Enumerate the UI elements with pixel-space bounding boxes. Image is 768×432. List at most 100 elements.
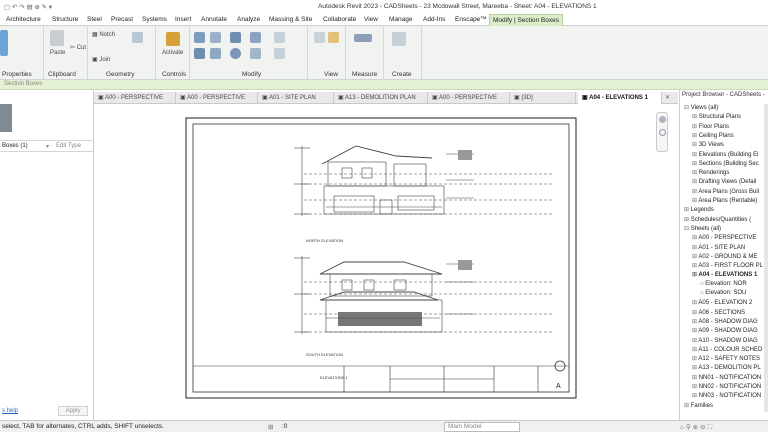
expand-toggle-icon[interactable]: ⊞ [684, 403, 691, 409]
view-tab[interactable]: ▣ A13 - DEMOLITION PLAN [334, 92, 428, 104]
measure-icon[interactable] [354, 34, 372, 42]
tab-enscape[interactable]: Enscape™ [455, 16, 487, 23]
expand-toggle-icon[interactable]: ⊞ [692, 124, 699, 130]
scale-icon[interactable] [274, 48, 285, 59]
browser-item[interactable]: ⊞ NN01 - NOTIFICATION [692, 374, 761, 381]
activate-icon[interactable] [166, 32, 180, 46]
override-icon[interactable] [328, 32, 339, 43]
view-tab-active[interactable]: ▣ A04 - ELEVATIONS 1 [578, 92, 662, 104]
browser-item[interactable]: ⊞ A08 - SHADOW DIAG [692, 318, 758, 325]
expand-toggle-icon[interactable]: ⊞ [684, 217, 691, 223]
expand-toggle-icon[interactable]: ⊞ [684, 207, 691, 213]
browser-item[interactable]: ⊞ A11 - COLOUR SCHED [692, 346, 762, 353]
quick-access-toolbar[interactable]: ▢ ↶ ↷ ▤ ⊕ ✎ ▾ [4, 3, 52, 11]
workset-icon[interactable]: ⊞ [268, 423, 273, 431]
browser-item[interactable]: ⊞ Floor Plans [692, 123, 729, 130]
tab-annotate[interactable]: Annotate [201, 16, 227, 23]
browser-item[interactable]: ⊞ Ceiling Plans [692, 132, 734, 139]
browser-item[interactable]: ⊞ Area Plans (Gross Buil [692, 188, 759, 195]
tab-architecture[interactable]: Architecture [6, 16, 41, 23]
join-button[interactable]: ▣ Join [92, 56, 110, 63]
zoom-icon[interactable] [659, 129, 666, 136]
tab-massing-site[interactable]: Massing & Site [269, 16, 312, 23]
tab-structure[interactable]: Structure [52, 16, 78, 23]
selection-filter-icons[interactable]: ⌂⚲⊕⊖⛶ [680, 423, 714, 432]
activate-button[interactable]: Activate [162, 50, 183, 56]
steering-wheel-icon[interactable] [659, 116, 666, 123]
expand-toggle-icon[interactable]: ⊞ [692, 384, 699, 390]
design-option-select[interactable]: Main Model [444, 422, 520, 432]
view-tab[interactable]: ▣ A00 - PERSPECTIVE [94, 92, 176, 104]
browser-scrollbar[interactable] [764, 104, 768, 412]
expand-toggle-icon[interactable]: ⊟ [684, 226, 691, 232]
expand-toggle-icon[interactable]: ⊞ [692, 179, 699, 185]
expand-toggle-icon[interactable]: ⊞ [692, 393, 699, 399]
close-tab-icon[interactable]: ✕ [665, 94, 670, 101]
browser-item[interactable]: ⊞ A00 - PERSPECTIVE [692, 234, 756, 241]
expand-toggle-icon[interactable]: ⊟ [684, 105, 691, 111]
view-tab[interactable]: ▣ A01 - SITE PLAN [258, 92, 334, 104]
type-selector[interactable]: Boxes (1) [2, 143, 28, 149]
drawing-canvas[interactable]: NORTH ELEVATION SOUTH ELEVATION ELEVATIO… [94, 104, 678, 418]
tab-insert[interactable]: Insert [175, 16, 191, 23]
tab-view[interactable]: View [364, 16, 378, 23]
tab-manage[interactable]: Manage [389, 16, 413, 23]
move-arrows-icon[interactable] [194, 48, 205, 59]
view-tab[interactable]: ▣ {3D} [510, 92, 576, 104]
browser-item[interactable]: ⊞ A02 - GROUND & ME [692, 253, 757, 260]
mirror-icon[interactable] [230, 32, 241, 43]
tab-precast[interactable]: Precast [111, 16, 133, 23]
tab-steel[interactable]: Steel [87, 16, 102, 23]
view-tab[interactable]: ▣ A00 - PERSPECTIVE [428, 92, 510, 104]
browser-item[interactable]: ⊞ Renderings [692, 169, 729, 176]
geometry-tool-icon[interactable] [132, 32, 143, 43]
hide-icon[interactable] [314, 32, 325, 43]
browser-item[interactable]: ⊞ Families [684, 402, 713, 409]
browser-item[interactable]: ⊞ Sections (Building Sec [692, 160, 759, 167]
browser-item[interactable]: ⊞ A13 - DEMOLITION PL [692, 364, 761, 371]
browser-item[interactable]: ⊞ Structural Plans [692, 113, 741, 120]
browser-item[interactable]: ⌂ Elevation: NOR [700, 281, 747, 287]
cut-button[interactable]: ✂ Cut [70, 44, 86, 51]
paste-button[interactable]: Paste [50, 50, 65, 56]
properties-icon[interactable] [0, 30, 8, 56]
browser-item[interactable]: ⊞ Area Plans (Rentable) [692, 197, 757, 204]
browser-item[interactable]: ⊞ NN02 - NOTIFICATION [692, 383, 761, 390]
browser-item[interactable]: ⊞ A09 - SHADOW DIAG [692, 327, 758, 334]
expand-toggle-icon[interactable]: ⊞ [692, 142, 699, 148]
view-tab[interactable]: ▣ A00 - PERSPECTIVE [176, 92, 258, 104]
browser-item[interactable]: ⊞ A04 - ELEVATIONS 1 [692, 271, 757, 278]
browser-item[interactable]: ⊞ A06 - SECTIONS [692, 309, 745, 316]
type-selector-arrow-icon[interactable]: ▾ [46, 143, 49, 150]
browser-item[interactable]: ⊞ A10 - SHADOW DIAG [692, 337, 758, 344]
tab-systems[interactable]: Systems [142, 16, 167, 23]
navigation-bar[interactable] [656, 112, 668, 152]
browser-item[interactable]: ⊞ A12 - SAFETY NOTES [692, 355, 760, 362]
expand-toggle-icon[interactable]: ⊞ [692, 133, 699, 139]
browser-item[interactable]: ⊞ Schedules/Quantities ( [684, 216, 751, 223]
notch-button[interactable]: ▦ Notch [92, 31, 115, 38]
browser-item[interactable]: ⊞ A05 - ELEVATION 2 [692, 299, 752, 306]
edit-type-button[interactable]: Edit Type [56, 143, 81, 149]
expand-toggle-icon[interactable]: ⊞ [692, 161, 699, 167]
apply-button[interactable]: Apply [58, 406, 88, 416]
expand-toggle-icon[interactable]: ⊞ [692, 152, 699, 158]
tab-analyze[interactable]: Analyze [237, 16, 260, 23]
create-icon[interactable] [392, 32, 406, 46]
tab-add-ins[interactable]: Add-Ins [423, 16, 445, 23]
trim-icon[interactable] [250, 48, 261, 59]
browser-item[interactable]: ⊞ Legends [684, 206, 714, 213]
array-icon[interactable] [274, 32, 285, 43]
expand-toggle-icon[interactable]: ⊞ [692, 170, 699, 176]
expand-toggle-icon[interactable]: ⊞ [692, 375, 699, 381]
browser-item[interactable]: ⊞ NN03 - NOTIFICATION [692, 392, 761, 399]
browser-item[interactable]: ⊟ Sheets (all) [684, 225, 721, 232]
align-icon[interactable] [194, 32, 205, 43]
copy-icon[interactable] [210, 48, 221, 59]
browser-item[interactable]: ⊞ 3D Views [692, 141, 724, 148]
properties-help-link[interactable]: s help [2, 408, 18, 414]
expand-toggle-icon[interactable]: ⊞ [692, 114, 699, 120]
browser-item[interactable]: ⊞ A03 - FIRST FLOOR PL [692, 262, 763, 269]
move-icon[interactable] [250, 32, 261, 43]
browser-item[interactable]: ⊞ Elevations (Building El [692, 151, 758, 158]
